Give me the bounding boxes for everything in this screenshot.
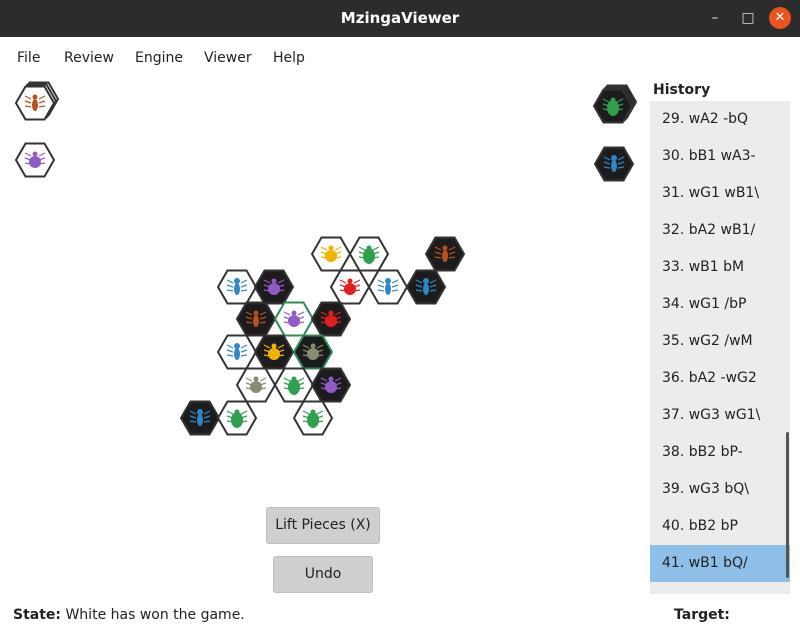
- pillbug-piece[interactable]: [273, 301, 315, 337]
- state-label: State:: [13, 607, 62, 623]
- state-value: White has won the game.: [65, 607, 245, 623]
- spider-piece[interactable]: [424, 236, 466, 272]
- game-state: State: White has won the game.: [13, 607, 245, 623]
- queen-piece[interactable]: [310, 236, 352, 272]
- history-item[interactable]: 37. wG3 wG1\: [650, 397, 790, 434]
- grasshopper-piece[interactable]: [348, 236, 390, 272]
- history-item[interactable]: 31. wG1 wB1\: [650, 175, 790, 212]
- history-item[interactable]: 32. bA2 wB1/: [650, 212, 790, 249]
- spider-piece[interactable]: [14, 81, 60, 121]
- ladybug-piece[interactable]: [310, 301, 352, 337]
- history-item[interactable]: 38. bB2 bP-: [650, 434, 790, 471]
- history-item[interactable]: 30. bB1 wA3-: [650, 138, 790, 175]
- undo-button[interactable]: Undo: [273, 556, 373, 593]
- history-item[interactable]: 36. bA2 -wG2: [650, 360, 790, 397]
- beetle-piece[interactable]: [14, 142, 56, 178]
- history-scrollbar[interactable]: [786, 432, 789, 578]
- minimize-button[interactable]: –: [704, 7, 726, 29]
- maximize-button[interactable]: □: [737, 7, 759, 29]
- history-title: History: [653, 82, 711, 98]
- ant-piece[interactable]: [216, 269, 258, 305]
- lift-pieces-button[interactable]: Lift Pieces (X): [266, 507, 380, 544]
- mosquito-piece[interactable]: [235, 367, 277, 403]
- beetle-piece[interactable]: [310, 367, 352, 403]
- grasshopper-piece[interactable]: [216, 400, 258, 436]
- beetle-piece[interactable]: [253, 269, 295, 305]
- grasshopper-piece[interactable]: [273, 367, 315, 403]
- mosquito-piece[interactable]: [292, 334, 334, 370]
- history-item[interactable]: 29. wA2 -bQ: [650, 101, 790, 138]
- ant-piece[interactable]: [367, 269, 409, 305]
- target-status: Target:: [674, 607, 730, 623]
- ant-piece[interactable]: [405, 269, 447, 305]
- close-button[interactable]: ✕: [769, 7, 791, 29]
- history-item[interactable]: 34. wG1 /bP: [650, 286, 790, 323]
- history-item[interactable]: 41. wB1 bQ/: [650, 545, 790, 582]
- grasshopper-piece[interactable]: [292, 400, 334, 436]
- history-item[interactable]: 39. wG3 bQ\: [650, 471, 790, 508]
- ant-piece[interactable]: [179, 400, 221, 436]
- history-list[interactable]: 29. wA2 -bQ 30. bB1 wA3- 31. wG1 wB1\ 32. b…: [650, 101, 790, 594]
- history-item[interactable]: 33. wB1 bM: [650, 249, 790, 286]
- grasshopper-piece[interactable]: [592, 84, 638, 124]
- ant-piece[interactable]: [593, 146, 635, 182]
- history-item[interactable]: 35. wG2 /wM: [650, 323, 790, 360]
- queen-piece[interactable]: [253, 334, 295, 370]
- ant-piece[interactable]: [216, 334, 258, 370]
- ladybug-piece[interactable]: [329, 269, 371, 305]
- target-label: Target:: [674, 607, 730, 623]
- history-item[interactable]: 40. bB2 bP: [650, 508, 790, 545]
- spider-piece[interactable]: [235, 301, 277, 337]
